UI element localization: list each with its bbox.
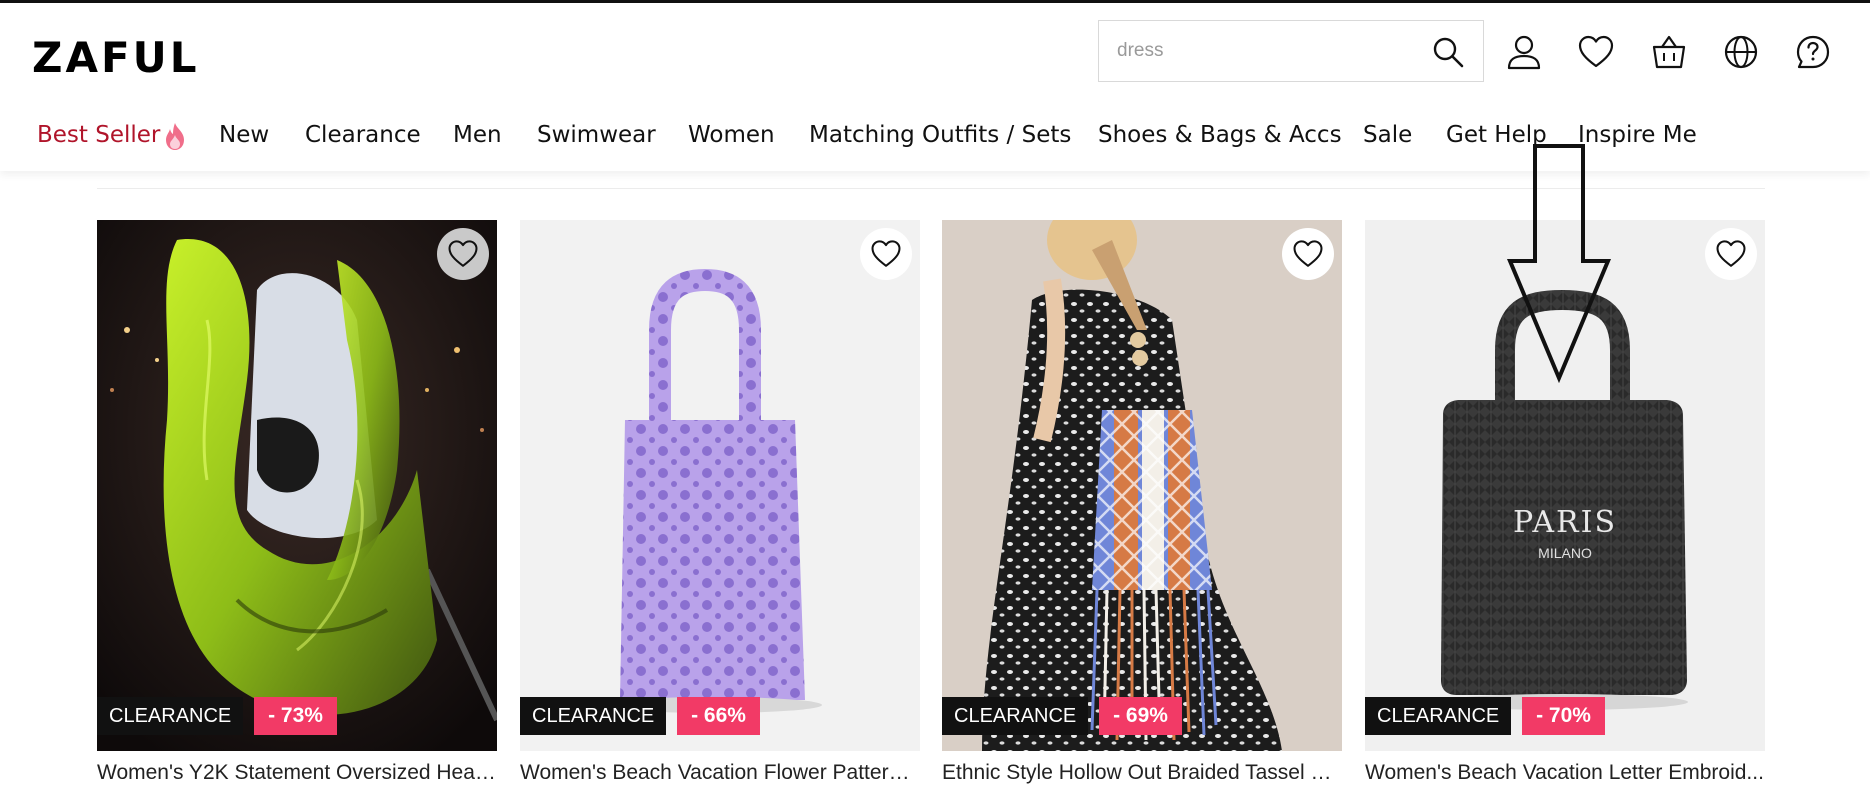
nav-shoes-bags-accs[interactable]: Shoes & Bags & Accs	[1098, 115, 1342, 155]
nav-women[interactable]: Women	[688, 115, 775, 155]
nav-swimwear[interactable]: Swimwear	[537, 115, 656, 155]
globe-icon[interactable]	[1722, 33, 1760, 71]
bag-print-milano: MILANO	[1538, 545, 1592, 561]
nav-best-seller-label: Best Seller	[37, 122, 161, 148]
clearance-badge: CLEARANCE	[520, 697, 667, 735]
heart-icon	[1293, 240, 1323, 267]
heart-icon	[448, 240, 478, 267]
product-photo-fur-bag	[97, 220, 497, 751]
wishlist-button[interactable]	[1282, 228, 1334, 280]
product-title[interactable]: Women's Beach Vacation Letter Embroid...	[1365, 758, 1765, 788]
product-title[interactable]: Ethnic Style Hollow Out Braided Tassel D…	[942, 758, 1342, 788]
clearance-badge: CLEARANCE	[942, 697, 1089, 735]
search-icon[interactable]	[1431, 35, 1465, 69]
product-image[interactable]: CLEARANCE - 73%	[97, 220, 497, 751]
product-card[interactable]: CLEARANCE - 73% Women's Y2K Statement Ov…	[97, 220, 497, 789]
zaful-logo[interactable]: ZAFUL	[32, 33, 200, 83]
user-icon[interactable]	[1505, 33, 1543, 71]
wishlist-button[interactable]	[860, 228, 912, 280]
discount-badge: - 66%	[677, 697, 760, 735]
nav-clearance[interactable]: Clearance	[305, 115, 421, 155]
clearance-badge: CLEARANCE	[97, 697, 244, 735]
heart-icon	[1716, 240, 1746, 267]
discount-badge: - 70%	[1522, 697, 1605, 735]
product-title[interactable]: Women's Y2K Statement Oversized Hear...	[97, 758, 497, 788]
discount-badge: - 69%	[1099, 697, 1182, 735]
product-title[interactable]: Women's Beach Vacation Flower Pattern ..…	[520, 758, 920, 788]
nav-men[interactable]: Men	[453, 115, 502, 155]
product-photo-lilac-tote	[520, 220, 920, 751]
wishlist-button[interactable]	[1705, 228, 1757, 280]
nav-best-seller[interactable]: Best Seller	[37, 115, 188, 155]
nav-sale[interactable]: Sale	[1363, 115, 1412, 155]
product-image[interactable]: CLEARANCE - 66%	[520, 220, 920, 751]
flame-icon	[166, 122, 185, 150]
nav-new[interactable]: New	[219, 115, 269, 155]
product-image[interactable]: CLEARANCE - 69%	[942, 220, 1342, 751]
help-icon[interactable]	[1794, 33, 1832, 71]
discount-badge: - 73%	[254, 697, 337, 735]
wishlist-button[interactable]	[437, 228, 489, 280]
product-card[interactable]: CLEARANCE - 69% Ethnic Style Hollow Out …	[942, 220, 1342, 789]
heart-icon[interactable]	[1577, 33, 1615, 71]
nav-matching-outfits[interactable]: Matching Outfits / Sets	[809, 115, 1071, 155]
bag-print-paris: PARIS	[1513, 505, 1617, 540]
product-photo-tassel-bag	[942, 220, 1342, 751]
heart-icon	[871, 240, 901, 267]
search-input[interactable]	[1117, 21, 1417, 81]
clearance-badge: CLEARANCE	[1365, 697, 1512, 735]
product-card[interactable]: CLEARANCE - 66% Women's Beach Vacation F…	[520, 220, 920, 789]
cart-icon[interactable]	[1650, 33, 1688, 71]
search-box[interactable]	[1098, 20, 1484, 82]
arrow-annotation-icon	[1506, 144, 1612, 383]
